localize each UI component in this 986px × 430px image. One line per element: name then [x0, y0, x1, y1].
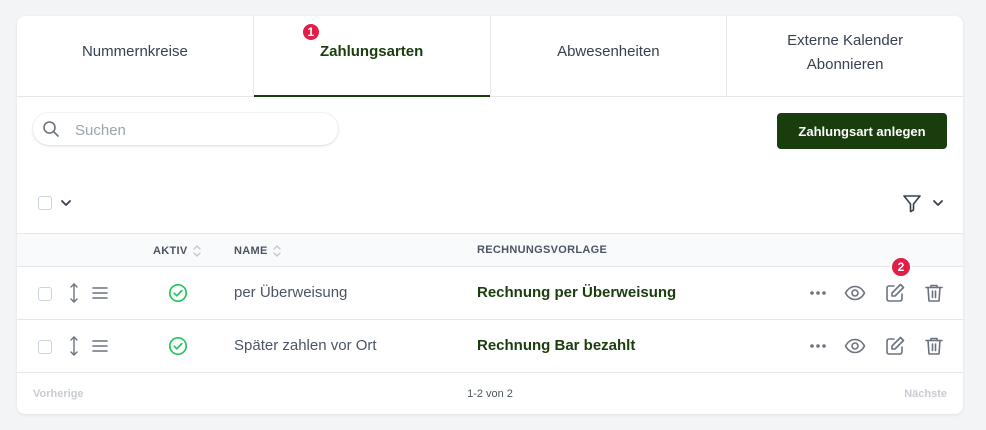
chevron-down-icon[interactable]	[59, 197, 73, 209]
edit-badge: 2	[890, 256, 912, 278]
move-vertical-icon[interactable]	[67, 334, 81, 358]
settings-card: Nummernkreise 1 Zahlungsarten Abwesenhei…	[17, 16, 963, 414]
edit-icon[interactable]	[884, 282, 906, 304]
column-label: AKTIV	[153, 245, 188, 257]
column-label: NAME	[234, 245, 268, 257]
tab-label: Nummernkreise	[81, 43, 188, 60]
move-vertical-icon[interactable]	[67, 281, 81, 305]
eye-icon[interactable]	[844, 335, 866, 357]
payment-method-name: per Überweisung	[234, 284, 348, 301]
drag-handle-icon[interactable]	[91, 338, 109, 354]
tab-bar: Nummernkreise 1 Zahlungsarten Abwesenhei…	[17, 16, 963, 97]
invoice-template-link[interactable]: Rechnung Bar bezahlt	[477, 337, 635, 354]
pagination: Vorherige 1-2 von 2 Nächste	[17, 373, 963, 414]
sort-icon	[192, 245, 201, 257]
search-box	[33, 113, 338, 147]
table-row: per Überweisung Rechnung per Überweisung…	[17, 256, 963, 320]
more-icon[interactable]	[807, 335, 829, 357]
next-page-button[interactable]: Nächste	[904, 388, 947, 400]
tab-label: Externe Kalender Abonnieren	[787, 32, 904, 73]
payment-method-name: Später zahlen vor Ort	[234, 337, 377, 354]
search-icon	[43, 121, 59, 137]
table-row: Später zahlen vor Ort Rechnung Bar bezah…	[17, 320, 963, 373]
eye-icon[interactable]	[844, 282, 866, 304]
tab-zahlungsarten[interactable]: 1 Zahlungsarten	[253, 16, 491, 97]
column-header-rechnungsvorlage: RECHNUNGSVORLAGE	[477, 244, 607, 256]
invoice-template-link[interactable]: Rechnung per Überweisung	[477, 284, 676, 301]
drag-handle-icon[interactable]	[91, 285, 109, 301]
tab-badge: 1	[300, 22, 321, 42]
tab-abwesenheiten[interactable]: Abwesenheiten	[491, 16, 728, 96]
more-icon[interactable]	[807, 282, 829, 304]
search-input[interactable]	[73, 113, 327, 147]
table-header: AKTIV NAME RECHNUNGSVORLAGE	[17, 233, 963, 267]
column-header-aktiv[interactable]: AKTIV	[153, 244, 202, 258]
edit-icon[interactable]	[884, 335, 906, 357]
tab-externe-kalender[interactable]: Externe Kalender Abonnieren	[727, 16, 963, 96]
trash-icon[interactable]	[923, 335, 945, 357]
row-checkbox[interactable]	[38, 340, 52, 354]
sort-icon	[272, 245, 281, 257]
column-label: RECHNUNGSVORLAGE	[477, 244, 608, 256]
tab-label: Abwesenheiten	[557, 43, 660, 60]
tab-label: Zahlungsarten	[319, 43, 424, 60]
chevron-down-icon[interactable]	[931, 197, 945, 209]
select-all-checkbox[interactable]	[38, 196, 52, 210]
row-checkbox[interactable]	[38, 287, 52, 301]
check-circle-icon	[168, 283, 188, 303]
check-circle-icon	[168, 336, 188, 356]
filter-icon[interactable]	[901, 192, 923, 214]
create-payment-method-button[interactable]: Zahlungsart anlegen	[777, 113, 947, 149]
page-info: 1-2 von 2	[467, 388, 513, 400]
tab-nummernkreise[interactable]: Nummernkreise	[17, 16, 254, 96]
trash-icon[interactable]	[923, 282, 945, 304]
column-header-name[interactable]: NAME	[234, 244, 282, 258]
